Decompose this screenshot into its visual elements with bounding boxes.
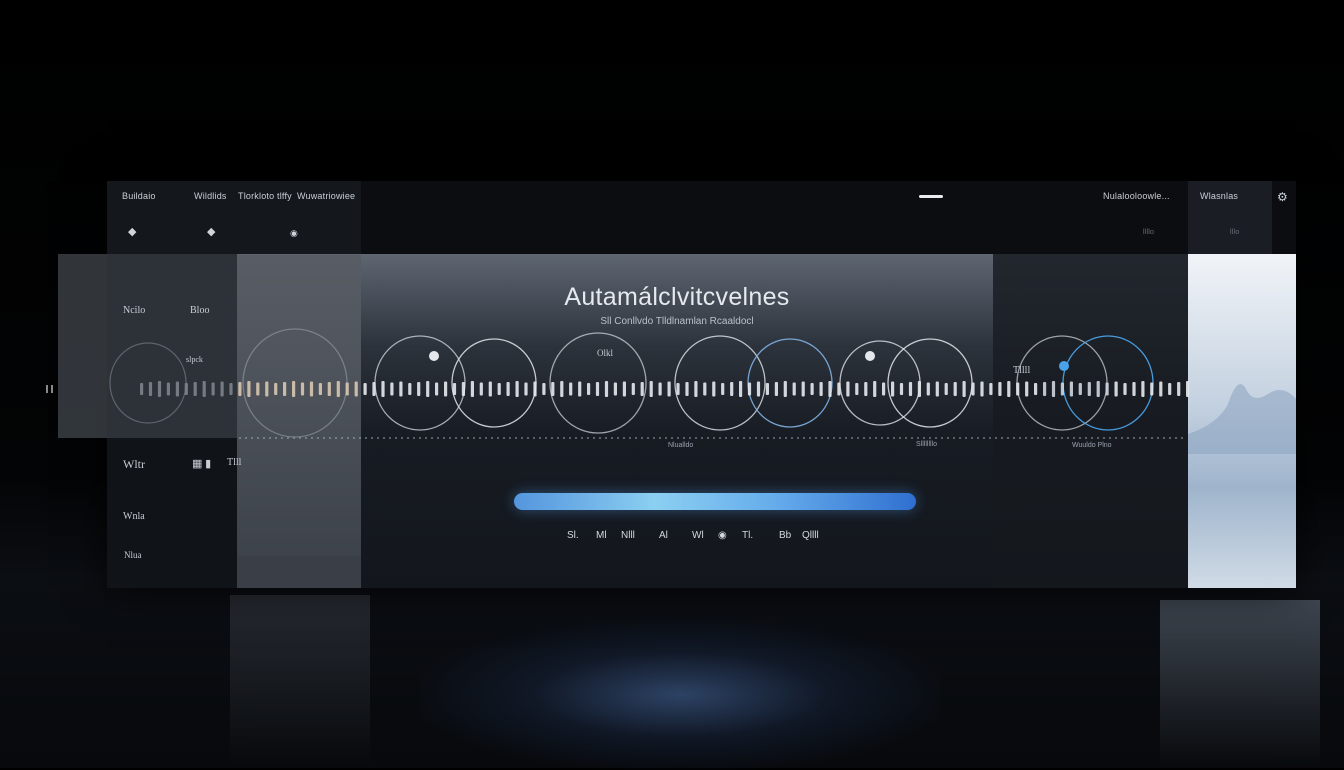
sidebar-label[interactable]: Ncilo xyxy=(123,305,145,316)
sidebar-label[interactable]: Wnla xyxy=(123,511,145,522)
mountain-graphic xyxy=(1188,384,1296,454)
wave-sublabel: Wuuldo Plno xyxy=(1072,442,1112,449)
control-button[interactable]: Ml xyxy=(596,530,607,541)
shield-icon[interactable]: ◆ xyxy=(128,225,136,238)
control-button[interactable]: Wl xyxy=(692,530,704,541)
page-title: Autamálclvitcvelnes xyxy=(564,283,790,311)
wave-label: Tllll xyxy=(1013,365,1031,376)
floating-glass-panel xyxy=(58,254,107,438)
sidebar-label[interactable]: slpck xyxy=(186,355,203,364)
page-subtitle: Sll Conllvdo Tlldlnamlan Rcaaldocl xyxy=(600,316,754,327)
control-button[interactable]: Tl. xyxy=(742,530,753,541)
right-panel xyxy=(993,254,1188,588)
menu-item-3[interactable]: Tlorkloto tlffy xyxy=(238,191,292,201)
glass-panel-footer xyxy=(237,556,361,588)
grid-icon[interactable]: ▦ ▮ xyxy=(192,457,211,470)
menu-item-2[interactable]: Wildlids xyxy=(194,191,227,201)
icon-label: Tlll xyxy=(227,457,242,468)
progress-bar[interactable] xyxy=(514,493,916,510)
floating-glass-panel xyxy=(107,254,237,438)
wave-sublabel: Nlualldo xyxy=(668,442,694,449)
floor-reflection-left xyxy=(230,595,370,768)
window-indicator xyxy=(919,195,943,198)
status-text: Nulalooloowle... xyxy=(1103,191,1170,201)
control-button[interactable]: Qllll xyxy=(802,530,819,541)
shield-icon[interactable]: ◆ xyxy=(207,225,215,238)
floor-reflection-right xyxy=(1160,600,1320,768)
floor-reflection xyxy=(420,620,940,770)
control-button[interactable]: Nlll xyxy=(621,530,635,541)
account-menu[interactable]: Wlasnlas xyxy=(1200,191,1238,201)
small-label: lllo xyxy=(1230,229,1240,236)
control-button[interactable]: Sl. xyxy=(567,530,579,541)
waveform-bar xyxy=(51,385,53,393)
small-label: llllo xyxy=(1143,229,1155,236)
wave-sublabel: Sllllllllo xyxy=(916,441,938,448)
sidebar-label[interactable]: Bloo xyxy=(190,305,209,316)
sidebar-footer: Nlua xyxy=(124,550,142,560)
settings-icon[interactable]: ◉ xyxy=(718,530,727,541)
waveform-bar xyxy=(46,385,48,393)
menu-item-1[interactable]: Buildaio xyxy=(122,191,156,201)
progress-fill xyxy=(514,493,916,510)
control-button[interactable]: Al xyxy=(659,530,668,541)
control-button[interactable]: Bb xyxy=(779,530,791,541)
gear-icon[interactable]: ⚙ xyxy=(1277,190,1288,204)
sidebar-label[interactable]: Wltr xyxy=(123,457,145,472)
wave-label: Olkl xyxy=(597,348,614,358)
record-icon[interactable]: ◉ xyxy=(290,228,298,239)
glass-panel xyxy=(237,254,361,556)
menu-item-4[interactable]: Wuwatriowiee xyxy=(297,191,355,201)
